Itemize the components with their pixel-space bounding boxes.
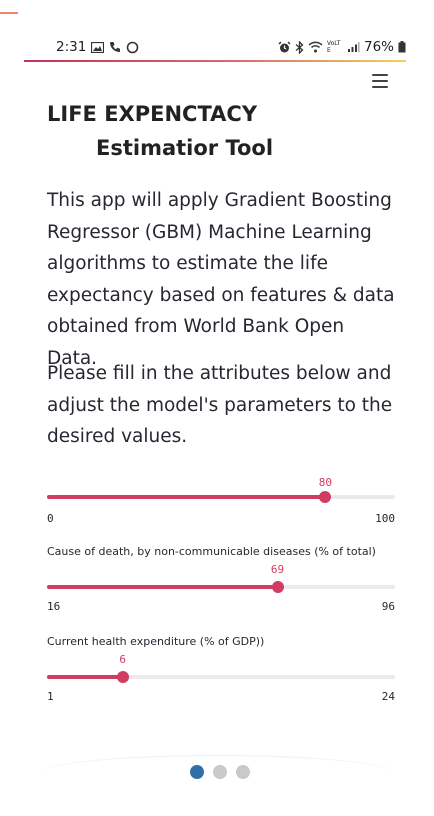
phone-icon xyxy=(110,42,121,52)
circle-icon xyxy=(127,41,139,53)
slider-min: 1 xyxy=(47,690,54,703)
status-bar: 2:31 VoLTE 76% xyxy=(24,34,406,60)
image-icon xyxy=(91,41,105,53)
slider-min: 0 xyxy=(47,512,54,525)
header-divider xyxy=(24,60,406,62)
slider-fill xyxy=(47,585,278,589)
slider-label: Cause of death, by non-communicable dise… xyxy=(47,545,376,558)
slider-1: 80 0 100 xyxy=(47,470,395,528)
slider-label: Current health expenditure (% of GDP)) xyxy=(47,635,265,648)
slider-max: 100 xyxy=(375,512,395,525)
slider-thumb[interactable] xyxy=(116,671,129,683)
status-time: 2:31 xyxy=(56,39,87,55)
pager-dot-2[interactable] xyxy=(213,765,227,779)
wifi-icon xyxy=(308,41,323,53)
intro-paragraph: This app will apply Gradient Boosting Re… xyxy=(47,190,395,369)
slider-thumb[interactable] xyxy=(319,491,332,503)
slider-fill xyxy=(47,495,326,499)
pager-dot-1[interactable] xyxy=(190,765,204,779)
title-line-2: Estimatior Tool xyxy=(96,136,274,160)
slider-2: Cause of death, by non-communicable dise… xyxy=(47,545,395,615)
slider-value: 6 xyxy=(119,653,126,666)
slider-value: 80 xyxy=(318,476,333,489)
pager-dot-3[interactable] xyxy=(236,765,250,779)
slider-thumb[interactable] xyxy=(271,581,284,593)
slider-fill xyxy=(47,675,123,679)
status-left: 2:31 xyxy=(56,39,139,55)
slider-track[interactable] xyxy=(47,491,395,503)
signal-icon xyxy=(347,42,360,52)
hamburger-menu-icon[interactable] xyxy=(372,74,388,88)
status-right: VoLTE 76% xyxy=(278,39,406,55)
alarm-icon xyxy=(278,41,291,52)
slider-max: 96 xyxy=(381,600,395,613)
slider-min: 16 xyxy=(47,600,61,613)
corner-accent-line xyxy=(0,12,18,14)
slider-track[interactable] xyxy=(47,581,395,593)
battery-percent: 76% xyxy=(363,39,394,55)
slider-value: 69 xyxy=(270,563,285,576)
battery-icon xyxy=(398,41,406,53)
volte-icon: VoLTE xyxy=(326,40,341,54)
slider-max: 24 xyxy=(381,690,395,703)
slider-3: Current health expenditure (% of GDP)) 6… xyxy=(47,635,395,705)
instructions-paragraph: Please fill in the attributes below and … xyxy=(47,363,393,447)
page-title: LIFE EXPENCTACY Estimatior Tool xyxy=(47,97,273,165)
pager-dots xyxy=(190,765,250,779)
title-line-1: LIFE EXPENCTACY xyxy=(47,102,258,126)
slider-track[interactable] xyxy=(47,671,395,683)
bluetooth-icon xyxy=(295,40,304,54)
